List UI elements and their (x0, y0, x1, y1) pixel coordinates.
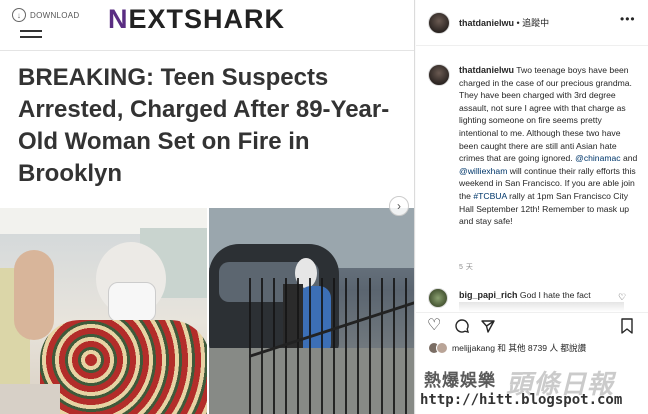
like-heart-icon[interactable]: ♡ (427, 318, 441, 334)
download-label: DOWNLOAD (30, 10, 80, 20)
likes-summary[interactable]: melijjakang 和 其他 8739 人 都說讚 (428, 342, 586, 354)
surveillance-photo (209, 208, 414, 414)
mention-chinamac[interactable]: @chinamac (575, 153, 621, 163)
post-header: thatdanielwu • 追蹤中 ••• (416, 0, 648, 46)
instagram-post-panel: thatdanielwu • 追蹤中 ••• thatdanielwu Two … (416, 0, 648, 414)
article-image: ↓ DOWNLOAD NEXTSHARK BREAKING: Teen Susp… (0, 0, 415, 414)
likes-text: melijjakang 和 其他 8739 人 都說讚 (452, 343, 587, 353)
save-bookmark-icon[interactable] (620, 318, 634, 338)
follow-status[interactable]: • 追蹤中 (517, 18, 550, 28)
download-button: ↓ DOWNLOAD (12, 8, 80, 22)
post-caption: thatdanielwu Two teenage boys have been … (459, 65, 638, 227)
article-headline: BREAKING: Teen Suspects Arrested, Charge… (18, 64, 390, 187)
post-age[interactable]: 5 天 (459, 262, 473, 272)
mention-williexham[interactable]: @williexham (459, 166, 507, 176)
post-actions: ♡ (416, 312, 648, 340)
nextshark-header: ↓ DOWNLOAD NEXTSHARK (0, 0, 414, 50)
liker-avatar (436, 342, 448, 354)
comment-icon[interactable] (454, 318, 470, 338)
caption-username[interactable]: thatdanielwu (459, 65, 514, 75)
more-options-icon[interactable]: ••• (620, 12, 636, 26)
share-icon[interactable] (480, 318, 496, 338)
header-divider (0, 50, 414, 51)
watermark-url: http://hitt.blogspot.com (420, 392, 623, 408)
comment: big_papi_rich God I hate the fact (459, 289, 624, 302)
download-icon: ↓ (12, 8, 26, 22)
author-meta: thatdanielwu • 追蹤中 (459, 16, 549, 29)
commenter-avatar[interactable] (428, 288, 448, 308)
nextshark-logo: NEXTSHARK (108, 4, 286, 34)
author-avatar[interactable] (428, 12, 450, 34)
comment-text: God I hate the fact (519, 290, 591, 300)
hamburger-menu-icon (20, 30, 42, 42)
grandma-photo (0, 208, 207, 414)
hashtag-tcbua[interactable]: #TCBUA (473, 191, 506, 201)
comment-overflow (459, 302, 624, 312)
commenter-username[interactable]: big_papi_rich (459, 290, 518, 300)
author-username[interactable]: thatdanielwu (459, 18, 514, 28)
next-image-button[interactable]: › (389, 196, 409, 216)
watermark-title: 熱爆娛樂 (424, 371, 496, 391)
caption-avatar[interactable] (428, 64, 450, 86)
comment-like-icon[interactable]: ♡ (618, 292, 626, 303)
